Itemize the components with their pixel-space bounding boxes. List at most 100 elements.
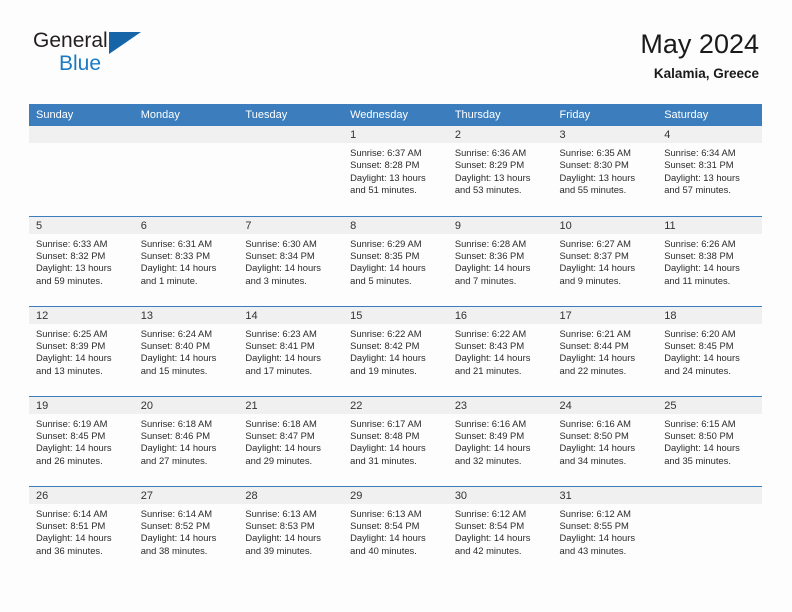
day-number: 23 [447,396,553,414]
day-details: Sunrise: 6:24 AM Sunset: 8:40 PM Daylight:… [134,324,239,378]
daylight-duration-line1: Daylight: 13 hours [559,171,636,183]
day-number: 14 [238,306,344,324]
calendar-day-cell[interactable]: 11 Sunrise: 6:26 AM Sunset: 8:38 PM Dayligh… [657,215,762,306]
sunset-time: Sunset: 8:45 PM [664,339,734,351]
calendar-day-cell[interactable]: 16 Sunrise: 6:22 AM Sunset: 8:43 PM Dayligh… [447,305,553,396]
calendar-day-cell[interactable]: 27 Sunrise: 6:14 AM Sunset: 8:52 PM Dayligh… [133,485,239,576]
day-details: Sunrise: 6:14 AM Sunset: 8:52 PM Daylight:… [134,504,239,558]
calendar-day-cell[interactable]: 19 Sunrise: 6:19 AM Sunset: 8:45 PM Dayligh… [29,395,134,486]
logo-triangle-icon [109,32,141,54]
sunset-time: Sunset: 8:36 PM [454,249,525,261]
calendar-day-cell[interactable]: 4 Sunrise: 6:34 AM Sunset: 8:31 PM Daylight… [657,126,762,216]
sunset-time: Sunset: 8:31 PM [664,159,734,171]
sunrise-time: Sunrise: 6:16 AM [454,417,527,429]
calendar-day-cell[interactable]: 10 Sunrise: 6:27 AM Sunset: 8:37 PM Dayligh… [552,215,658,306]
sunset-time: Sunset: 8:28 PM [350,159,420,171]
daylight-duration-line2: and 29 minutes. [245,454,313,466]
sunrise-time: Sunrise: 6:24 AM [140,327,213,339]
calendar-day-cell[interactable]: 2 Sunrise: 6:36 AM Sunset: 8:29 PM Daylight… [447,126,553,216]
calendar-day-cell[interactable]: 21 Sunrise: 6:18 AM Sunset: 8:47 PM Dayligh… [238,395,344,486]
calendar-day-cell[interactable]: 28 Sunrise: 6:13 AM Sunset: 8:53 PM Dayligh… [238,485,344,576]
day-number: 12 [29,306,134,324]
sunrise-time: Sunrise: 6:18 AM [140,417,213,429]
calendar-day-cell[interactable]: 13 Sunrise: 6:24 AM Sunset: 8:40 PM Dayligh… [133,305,239,396]
calendar-day-cell[interactable]: 24 Sunrise: 6:16 AM Sunset: 8:50 PM Dayligh… [552,395,658,486]
day-number: 9 [447,216,553,234]
sunset-time: Sunset: 8:46 PM [140,429,211,441]
day-details: Sunrise: 6:23 AM Sunset: 8:41 PM Daylight:… [238,324,343,378]
calendar-day-cell[interactable]: 5 Sunrise: 6:33 AM Sunset: 8:32 PM Daylight… [29,215,134,306]
daylight-duration-line1: Daylight: 14 hours [559,352,636,364]
day-details: Sunrise: 6:14 AM Sunset: 8:51 PM Daylight:… [29,504,134,558]
day-details: Sunrise: 6:29 AM Sunset: 8:35 PM Daylight:… [343,234,448,288]
calendar-day-cell[interactable]: 9 Sunrise: 6:28 AM Sunset: 8:36 PM Daylight… [447,215,553,306]
daylight-duration-line2: and 39 minutes. [245,544,313,556]
daylight-duration-line1: Daylight: 13 hours [36,262,112,274]
sunset-time: Sunset: 8:50 PM [559,429,629,441]
daylight-duration-line1: Daylight: 14 hours [140,532,217,544]
daylight-duration-line1: Daylight: 14 hours [454,442,531,454]
calendar-day-cell[interactable]: 30 Sunrise: 6:12 AM Sunset: 8:54 PM Dayligh… [447,485,553,576]
sunset-time: Sunset: 8:50 PM [664,429,734,441]
logo-text-blue: Blue [59,52,102,75]
day-number: 19 [29,396,134,414]
daylight-duration-line2: and 24 minutes. [664,364,731,376]
calendar-day-cell[interactable]: 14 Sunrise: 6:23 AM Sunset: 8:41 PM Dayligh… [238,305,344,396]
calendar-day-cell[interactable]: 29 Sunrise: 6:13 AM Sunset: 8:54 PM Dayligh… [343,485,448,576]
daylight-duration-line1: Daylight: 14 hours [559,532,636,544]
daylight-duration-line2: and 42 minutes. [454,544,522,556]
calendar-day-cell-empty [657,485,762,576]
day-details: Sunrise: 6:34 AM Sunset: 8:31 PM Daylight:… [657,143,762,197]
calendar-day-cell[interactable]: 15 Sunrise: 6:22 AM Sunset: 8:42 PM Dayligh… [343,305,448,396]
day-number: 22 [343,396,448,414]
calendar-day-cell[interactable]: 22 Sunrise: 6:17 AM Sunset: 8:48 PM Dayligh… [343,395,448,486]
day-number [133,126,239,143]
daylight-duration-line1: Daylight: 14 hours [36,532,112,544]
day-number: 28 [238,486,344,504]
calendar-day-cell[interactable]: 31 Sunrise: 6:12 AM Sunset: 8:55 PM Dayligh… [552,485,658,576]
daylight-duration-line2: and 57 minutes. [664,184,731,196]
sunrise-time: Sunrise: 6:16 AM [559,417,631,429]
sunrise-time: Sunrise: 6:17 AM [350,417,422,429]
day-details: Sunrise: 6:25 AM Sunset: 8:39 PM Daylight:… [29,324,134,378]
day-number: 7 [238,216,344,234]
weekday-header-wednesday: Wednesday [343,104,448,126]
calendar-day-cell[interactable]: 12 Sunrise: 6:25 AM Sunset: 8:39 PM Dayligh… [29,305,134,396]
day-details: Sunrise: 6:13 AM Sunset: 8:54 PM Daylight:… [343,504,448,558]
sunrise-time: Sunrise: 6:14 AM [36,507,108,519]
weekday-header-tuesday: Tuesday [238,104,344,126]
calendar-day-cell[interactable]: 1 Sunrise: 6:37 AM Sunset: 8:28 PM Daylight… [343,126,448,216]
calendar-day-cell[interactable]: 23 Sunrise: 6:16 AM Sunset: 8:49 PM Dayligh… [447,395,553,486]
calendar-day-cell[interactable]: 18 Sunrise: 6:20 AM Sunset: 8:45 PM Dayligh… [657,305,762,396]
calendar-day-cell[interactable]: 26 Sunrise: 6:14 AM Sunset: 8:51 PM Dayligh… [29,485,134,576]
day-details: Sunrise: 6:18 AM Sunset: 8:47 PM Daylight:… [238,414,343,468]
day-number: 24 [552,396,658,414]
daylight-duration-line2: and 7 minutes. [454,274,517,286]
day-number: 8 [343,216,448,234]
daylight-duration-line1: Daylight: 14 hours [140,442,217,454]
calendar-table: Sunday Monday Tuesday Wednesday Thursday Frid… [29,104,762,576]
day-number: 30 [447,486,553,504]
calendar-day-cell[interactable]: 8 Sunrise: 6:29 AM Sunset: 8:35 PM Daylight… [343,215,448,306]
calendar-day-cell[interactable]: 25 Sunrise: 6:15 AM Sunset: 8:50 PM Dayligh… [657,395,762,486]
day-details: Sunrise: 6:22 AM Sunset: 8:42 PM Daylight:… [343,324,448,378]
calendar-day-cell[interactable]: 20 Sunrise: 6:18 AM Sunset: 8:46 PM Dayligh… [133,395,239,486]
sunset-time: Sunset: 8:38 PM [664,249,734,261]
day-details: Sunrise: 6:16 AM Sunset: 8:50 PM Daylight:… [553,414,658,468]
day-number: 27 [133,486,239,504]
calendar-page: General Blue May 2024 Kalamia, Greece Su… [0,0,792,612]
daylight-duration-line2: and 51 minutes. [350,184,417,196]
day-details: Sunrise: 6:28 AM Sunset: 8:36 PM Daylight:… [448,234,553,288]
calendar-day-cell[interactable]: 6 Sunrise: 6:31 AM Sunset: 8:33 PM Daylight… [133,215,239,306]
sunrise-time: Sunrise: 6:33 AM [36,237,108,249]
daylight-duration-line1: Daylight: 14 hours [36,442,112,454]
general-blue-logo[interactable]: General Blue [33,30,153,82]
daylight-duration-line2: and 55 minutes. [559,184,627,196]
daylight-duration-line2: and 38 minutes. [140,544,208,556]
daylight-duration-line1: Daylight: 14 hours [140,262,217,274]
calendar-day-cell[interactable]: 3 Sunrise: 6:35 AM Sunset: 8:30 PM Daylight… [552,126,658,216]
calendar-day-cell[interactable]: 7 Sunrise: 6:30 AM Sunset: 8:34 PM Daylight… [238,215,344,306]
calendar-grid: Sunday Monday Tuesday Wednesday Thursday Frid… [29,104,762,576]
calendar-day-cell[interactable]: 17 Sunrise: 6:21 AM Sunset: 8:44 PM Dayligh… [552,305,658,396]
daylight-duration-line2: and 31 minutes. [350,454,417,466]
